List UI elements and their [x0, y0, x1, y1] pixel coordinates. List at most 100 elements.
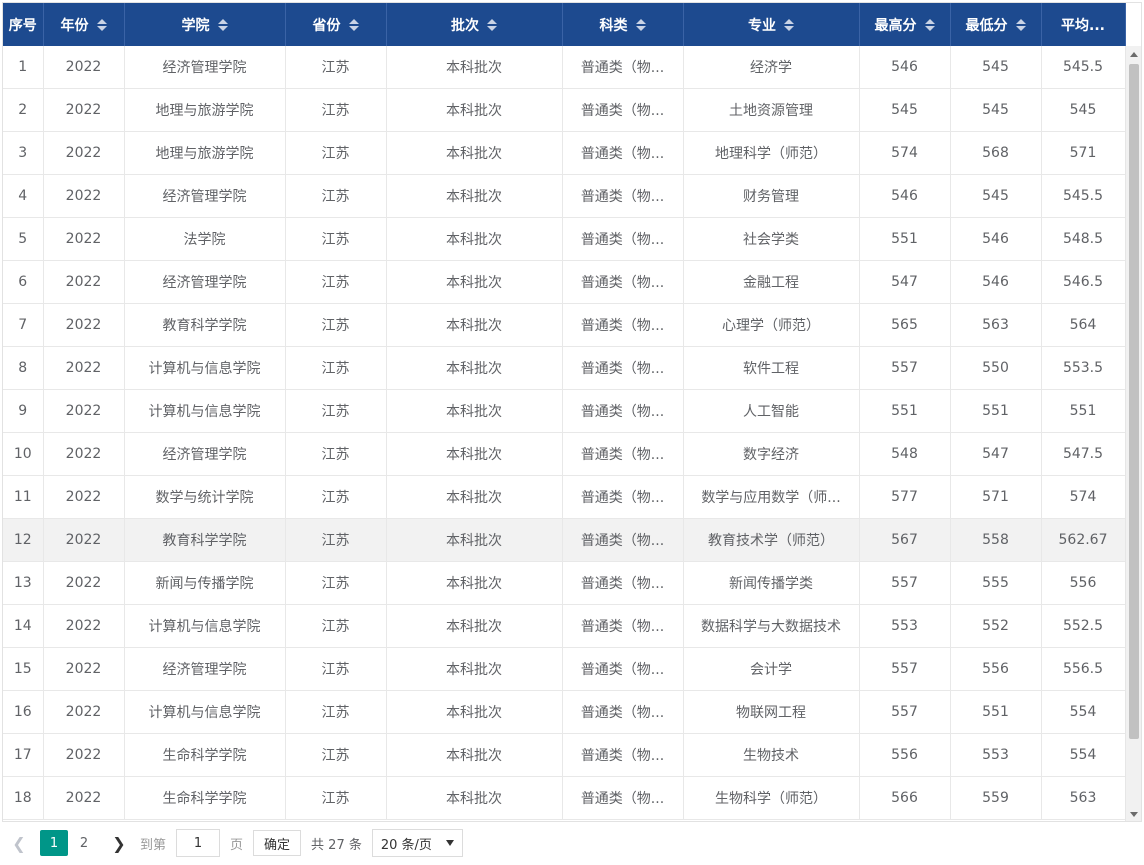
- table-row[interactable]: 1 2022 经济管理学院 江苏 本科批次 普通类（物... 经济学 546 545 545.5: [3, 46, 1126, 89]
- table-cell: 本科批次: [386, 260, 563, 304]
- table-cell: 法学院: [124, 217, 286, 261]
- table-cell: 545: [950, 88, 1042, 132]
- table-cell: 会计学: [683, 647, 860, 691]
- table-row[interactable]: 4 2022 经济管理学院 江苏 本科批次 普通类（物... 财务管理 546 545 545.5: [3, 174, 1126, 218]
- table-row[interactable]: 6 2022 经济管理学院 江苏 本科批次 普通类（物... 金融工程 547 546 546.5: [3, 260, 1126, 304]
- table-row[interactable]: 5 2022 法学院 江苏 本科批次 普通类（物... 社会学类 551 546 548.5: [3, 217, 1126, 261]
- table-cell: 数字经济: [683, 432, 860, 476]
- table-body: 1 2022 经济管理学院 江苏 本科批次 普通类（物... 经济学 546 545 545.5 2…: [3, 46, 1126, 820]
- table-cell: 普通类（物...: [562, 131, 684, 175]
- column-header-5[interactable]: 科类: [562, 3, 684, 46]
- column-header-6[interactable]: 专业: [683, 3, 860, 46]
- table-cell: 10: [3, 432, 44, 476]
- scroll-up-icon[interactable]: [1130, 52, 1138, 57]
- table-cell: 546: [859, 46, 951, 89]
- table-cell: 江苏: [285, 475, 387, 519]
- table-row[interactable]: 7 2022 教育科学学院 江苏 本科批次 普通类（物... 心理学（师范） 565 563 56…: [3, 303, 1126, 347]
- table-cell: 2022: [43, 647, 125, 691]
- table-cell: 经济管理学院: [124, 647, 286, 691]
- table-cell: 555: [950, 561, 1042, 605]
- table-cell: 数学与应用数学（师...: [683, 475, 860, 519]
- table-cell: 571: [950, 475, 1042, 519]
- sort-icon[interactable]: [487, 18, 497, 31]
- table-cell: 9: [3, 389, 44, 433]
- column-header-3[interactable]: 省份: [285, 3, 387, 46]
- table-cell: 11: [3, 475, 44, 519]
- chevron-right-icon[interactable]: ❯: [108, 830, 130, 856]
- confirm-button[interactable]: 确定: [253, 830, 302, 856]
- table-cell: 545: [1041, 88, 1126, 132]
- table-row[interactable]: 14 2022 计算机与信息学院 江苏 本科批次 普通类（物... 数据科学与大数据技术 55…: [3, 604, 1126, 648]
- table-cell: 2022: [43, 475, 125, 519]
- column-header-0: 序号: [3, 3, 44, 46]
- table-cell: 物联网工程: [683, 690, 860, 734]
- table-cell: 12: [3, 518, 44, 562]
- table-cell: 本科批次: [386, 561, 563, 605]
- table-cell: 本科批次: [386, 604, 563, 648]
- table-row[interactable]: 9 2022 计算机与信息学院 江苏 本科批次 普通类（物... 人工智能 551 551 551: [3, 389, 1126, 433]
- page-numbers: 12: [40, 830, 98, 856]
- sort-icon[interactable]: [635, 18, 646, 31]
- table-cell: 567: [859, 518, 951, 562]
- table-cell: 546: [950, 217, 1042, 261]
- chevron-left-icon[interactable]: ❮: [8, 830, 30, 856]
- scrollbar-thumb[interactable]: [1129, 64, 1139, 739]
- vertical-scrollbar[interactable]: [1125, 46, 1141, 821]
- table-row[interactable]: 17 2022 生命科学学院 江苏 本科批次 普通类（物... 生物技术 556 553 554: [3, 733, 1126, 777]
- column-header-label: 科类: [599, 17, 628, 34]
- table-cell: 2022: [43, 303, 125, 347]
- sort-icon[interactable]: [96, 18, 107, 31]
- table-cell: 2022: [43, 88, 125, 132]
- column-header-7[interactable]: 最高分: [859, 3, 951, 46]
- column-header-1[interactable]: 年份: [43, 3, 125, 46]
- sort-icon[interactable]: [784, 18, 794, 31]
- table-row[interactable]: 2 2022 地理与旅游学院 江苏 本科批次 普通类（物... 土地资源管理 545 545 54…: [3, 88, 1126, 132]
- table-row[interactable]: 18 2022 生命科学学院 江苏 本科批次 普通类（物... 生物科学（师范） 566 559…: [3, 776, 1126, 820]
- sort-icon[interactable]: [1015, 18, 1026, 31]
- table-cell: 16: [3, 690, 44, 734]
- sort-icon[interactable]: [924, 18, 935, 31]
- scroll-down-icon[interactable]: [1130, 812, 1138, 817]
- column-header-8[interactable]: 最低分: [950, 3, 1042, 46]
- table-cell: 13: [3, 561, 44, 605]
- table-cell: 普通类（物...: [562, 260, 684, 304]
- page-size-select[interactable]: 20 条/页: [371, 829, 463, 857]
- table-cell: 563: [1041, 776, 1126, 820]
- page-number-1[interactable]: 1: [40, 830, 68, 856]
- table-cell: 2022: [43, 174, 125, 218]
- column-header-2[interactable]: 学院: [124, 3, 286, 46]
- page-unit-label: 页: [230, 837, 244, 853]
- table-cell: 江苏: [285, 346, 387, 390]
- table-cell: 546: [859, 174, 951, 218]
- sort-icon[interactable]: [348, 18, 359, 31]
- table-cell: 经济管理学院: [124, 46, 286, 89]
- table-cell: 普通类（物...: [562, 88, 684, 132]
- column-header-label: 序号: [8, 17, 37, 34]
- table-row[interactable]: 16 2022 计算机与信息学院 江苏 本科批次 普通类（物... 物联网工程 557 551 5…: [3, 690, 1126, 734]
- table-row[interactable]: 8 2022 计算机与信息学院 江苏 本科批次 普通类（物... 软件工程 557 550 553…: [3, 346, 1126, 390]
- column-header-4[interactable]: 批次: [386, 3, 563, 46]
- column-header-label: 批次: [451, 17, 479, 34]
- table-cell: 2022: [43, 733, 125, 777]
- table-cell: 556: [1041, 561, 1126, 605]
- table-row[interactable]: 3 2022 地理与旅游学院 江苏 本科批次 普通类（物... 地理科学（师范） 574 568…: [3, 131, 1126, 175]
- table-row[interactable]: 11 2022 数学与统计学院 江苏 本科批次 普通类（物... 数学与应用数学（师... 5…: [3, 475, 1126, 519]
- table-cell: 553: [950, 733, 1042, 777]
- table-cell: 本科批次: [386, 131, 563, 175]
- table-row[interactable]: 12 2022 教育科学学院 江苏 本科批次 普通类（物... 教育技术学（师范） 567 55…: [3, 518, 1126, 562]
- table-cell: 14: [3, 604, 44, 648]
- column-header-label: 最高分: [874, 17, 917, 34]
- table-row[interactable]: 10 2022 经济管理学院 江苏 本科批次 普通类（物... 数字经济 548 547 547.…: [3, 432, 1126, 476]
- table-cell: 生物科学（师范）: [683, 776, 860, 820]
- table-row[interactable]: 13 2022 新闻与传播学院 江苏 本科批次 普通类（物... 新闻传播学类 557 555 5…: [3, 561, 1126, 605]
- page-number-2[interactable]: 2: [70, 830, 98, 856]
- table-cell: 本科批次: [386, 346, 563, 390]
- table-cell: 江苏: [285, 174, 387, 218]
- table-cell: 551: [1041, 389, 1126, 433]
- table-cell: 普通类（物...: [562, 690, 684, 734]
- table-cell: 生物技术: [683, 733, 860, 777]
- table-row[interactable]: 15 2022 经济管理学院 江苏 本科批次 普通类（物... 会计学 557 556 556.5: [3, 647, 1126, 691]
- goto-label: 到第: [140, 837, 167, 853]
- sort-icon[interactable]: [217, 18, 228, 31]
- goto-page-input[interactable]: [176, 829, 221, 857]
